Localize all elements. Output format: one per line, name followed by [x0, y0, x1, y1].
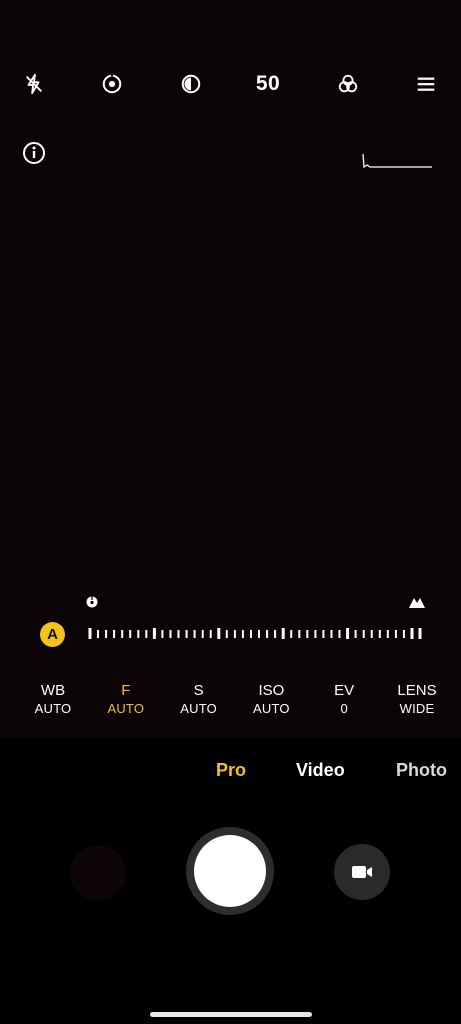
focus-tick	[258, 630, 260, 638]
focus-tick	[274, 630, 277, 638]
focus-tick	[402, 630, 405, 638]
focus-tick	[217, 628, 221, 639]
focus-tick	[121, 630, 124, 638]
param-value: AUTO	[34, 701, 72, 716]
focus-tick	[378, 630, 381, 638]
param-ev[interactable]: EV 0	[308, 682, 380, 722]
focus-tick	[281, 628, 285, 639]
focus-tick	[306, 630, 309, 638]
param-value: AUTO	[180, 701, 217, 716]
focus-tick	[185, 630, 188, 638]
contrast-icon	[181, 74, 201, 94]
focus-tick	[161, 630, 164, 638]
focus-tick	[137, 630, 140, 638]
focus-tick	[193, 630, 196, 638]
param-value: AUTO	[107, 701, 145, 716]
focus-tick	[241, 630, 244, 638]
histogram-graph	[362, 153, 432, 169]
focus-tick	[209, 630, 212, 638]
shutter-button[interactable]	[186, 827, 274, 915]
param-s[interactable]: S AUTO	[163, 682, 235, 722]
mountain-icon	[409, 598, 425, 608]
flash-off-icon	[26, 73, 42, 95]
zoom-button[interactable]: 50	[246, 62, 290, 106]
filters-icon	[338, 74, 358, 93]
video-camera-icon	[352, 866, 372, 878]
gallery-thumbnail[interactable]	[70, 845, 126, 901]
pro-parameters: WB AUTO F AUTO S AUTO ISO AUTO EV 0 LENS…	[17, 682, 453, 722]
focus-tick	[250, 630, 252, 638]
mode-video[interactable]: Video	[296, 760, 345, 781]
focus-tick	[290, 630, 293, 638]
histogram	[360, 150, 434, 172]
menu-icon	[417, 77, 435, 91]
focus-tick	[145, 630, 148, 638]
top-toolbar: 50	[0, 62, 461, 106]
focus-tick	[418, 628, 422, 639]
focus-tick	[394, 630, 397, 638]
param-name: S	[193, 682, 204, 699]
focus-tick	[354, 630, 357, 638]
focus-tick	[152, 628, 156, 639]
info-icon	[23, 142, 45, 164]
param-name: F	[121, 682, 131, 699]
focus-tick	[233, 630, 236, 638]
focus-tick	[177, 630, 180, 638]
mode-selector: Pro Video Photo	[0, 760, 461, 790]
param-name: EV	[334, 682, 355, 699]
focus-tick	[370, 630, 373, 638]
mode-pro[interactable]: Pro	[216, 760, 246, 781]
menu-button[interactable]	[404, 62, 448, 106]
focus-tick	[266, 630, 269, 638]
param-wb[interactable]: WB AUTO	[17, 682, 89, 722]
focus-range	[0, 594, 461, 612]
filters-button[interactable]	[326, 62, 370, 106]
param-name: WB	[40, 682, 66, 699]
focus-tick	[105, 630, 108, 638]
mode-photo[interactable]: Photo	[396, 760, 447, 781]
live-photo-icon	[102, 73, 122, 94]
macro-flower-icon	[86, 596, 98, 608]
focus-tick	[169, 630, 172, 638]
shutter-inner	[194, 835, 266, 907]
focus-tick	[330, 630, 333, 638]
flash-off-button[interactable]	[12, 62, 56, 106]
focus-tick	[346, 628, 350, 639]
focus-slider[interactable]	[88, 627, 422, 641]
param-iso[interactable]: ISO AUTO	[235, 682, 307, 722]
focus-auto-badge[interactable]: A	[40, 622, 65, 647]
focus-tick	[225, 630, 228, 638]
zoom-label: 50	[255, 72, 281, 95]
focus-tick	[386, 630, 389, 638]
contrast-button[interactable]	[169, 62, 213, 106]
focus-tick	[298, 630, 301, 638]
focus-tick	[410, 628, 414, 639]
focus-tick	[322, 630, 325, 638]
focus-tick	[338, 630, 341, 638]
focus-tick	[113, 630, 116, 638]
param-value: WIDE	[399, 701, 435, 716]
param-lens[interactable]: LENS WIDE	[381, 682, 453, 722]
param-f[interactable]: F AUTO	[90, 682, 162, 722]
record-video-button[interactable]	[334, 844, 390, 900]
focus-tick	[88, 628, 92, 639]
param-name: ISO	[258, 682, 285, 699]
home-indicator[interactable]	[150, 1012, 312, 1017]
info-button[interactable]	[19, 138, 49, 168]
focus-tick	[201, 630, 204, 638]
param-value: 0	[340, 701, 348, 716]
focus-tick	[362, 630, 365, 638]
focus-tick	[314, 630, 317, 638]
focus-tick	[97, 630, 99, 638]
focus-tick	[129, 630, 132, 638]
param-name: LENS	[397, 682, 437, 699]
live-photo-button[interactable]	[90, 62, 134, 106]
param-value: AUTO	[253, 701, 290, 716]
